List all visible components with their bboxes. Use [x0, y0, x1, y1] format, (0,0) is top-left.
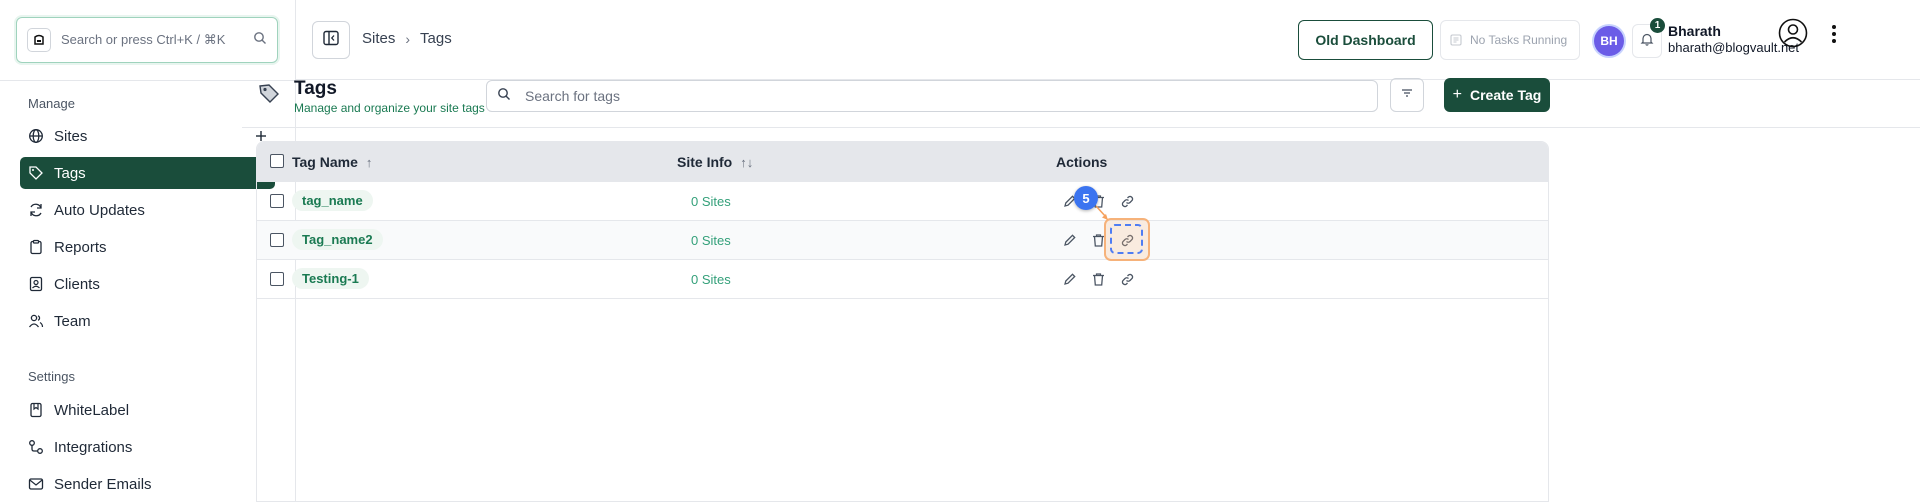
sidebar-item-label: Integrations [54, 438, 133, 456]
column-actions-label: Actions [1056, 154, 1108, 170]
column-tag-name-label: Tag Name [292, 154, 358, 170]
sidebar-item-sites[interactable]: Sites [20, 120, 275, 152]
page-tag-icon [256, 80, 282, 106]
sidebar-item-label: Auto Updates [54, 201, 145, 219]
app-root: Search or press Ctrl+K / ⌘K Manage Sites… [0, 0, 1920, 502]
sidebar: Search or press Ctrl+K / ⌘K Manage Sites… [0, 0, 296, 502]
row-checkbox[interactable] [270, 272, 284, 286]
sidebar-item-auto-updates[interactable]: Auto Updates [20, 194, 275, 226]
column-tag-name[interactable]: Tag Name ↑ [292, 154, 372, 170]
filter-icon [1400, 86, 1414, 105]
tag-name-pill[interactable]: Tag_name2 [292, 229, 383, 250]
link-icon[interactable] [1118, 270, 1136, 288]
sidebar-item-integrations[interactable]: Integrations [20, 431, 275, 463]
step-highlight-target [1110, 224, 1143, 254]
chevron-right-icon: › [405, 30, 411, 47]
account-avatar[interactable]: BH [1594, 26, 1624, 56]
sidebar-item-reports[interactable]: Reports [20, 231, 275, 263]
breadcrumb: Sites › Tags [362, 30, 452, 47]
select-all-checkbox[interactable] [270, 154, 284, 168]
content-divider [242, 127, 1920, 128]
site-count[interactable]: 0 Sites [691, 194, 731, 209]
sort-icon: ↑↓ [740, 154, 754, 170]
filter-button[interactable] [1390, 78, 1424, 112]
table-header: Tag Name ↑ Site Info ↑↓ Actions [257, 142, 1548, 182]
row-checkbox[interactable] [270, 194, 284, 208]
tag-search-input[interactable]: Search for tags [486, 80, 1378, 112]
sidebar-item-label: Sender Emails [54, 475, 152, 493]
global-search-placeholder: Search or press Ctrl+K / ⌘K [61, 32, 226, 47]
sidebar-item-label: Tags [54, 164, 86, 182]
contact-icon [28, 276, 44, 292]
tag-search-placeholder: Search for tags [525, 88, 620, 104]
sidebar-item-clients[interactable]: Clients [20, 268, 275, 300]
more-vertical-icon[interactable] [1822, 22, 1846, 46]
step-arrow-icon [1095, 205, 1108, 220]
breadcrumb-sites[interactable]: Sites [362, 30, 395, 47]
integrations-icon [28, 439, 44, 455]
tasks-status[interactable]: No Tasks Running [1440, 20, 1580, 60]
page-subtitle: Manage and organize your site tags [294, 101, 485, 115]
link-icon[interactable] [1118, 192, 1136, 210]
column-site-info-label: Site Info [677, 154, 733, 170]
old-dashboard-button[interactable]: Old Dashboard [1298, 20, 1433, 60]
refresh-icon [28, 202, 44, 218]
sidebar-item-sender-emails[interactable]: Sender Emails [20, 468, 275, 500]
tags-table: Tag Name ↑ Site Info ↑↓ Actions tag_name… [256, 141, 1549, 502]
sidebar-item-label: Reports [54, 238, 107, 256]
clipboard-icon [28, 239, 44, 255]
page-title: Tags [294, 78, 337, 99]
trash-icon[interactable] [1089, 270, 1107, 288]
tag-name-pill[interactable]: tag_name [292, 190, 373, 211]
notification-count-badge: 1 [1650, 18, 1665, 33]
user-name: Bharath [1668, 23, 1721, 39]
global-search[interactable]: Search or press Ctrl+K / ⌘K [16, 17, 278, 63]
plus-icon: + [1452, 86, 1462, 103]
edit-icon[interactable] [1060, 270, 1078, 288]
panel-left-icon [322, 29, 340, 52]
globe-icon [28, 128, 44, 144]
create-tag-label: Create Tag [1470, 87, 1542, 103]
tag-icon [28, 165, 44, 181]
bookmark-icon [28, 402, 44, 418]
bell-icon [1640, 32, 1654, 51]
search-icon [253, 31, 267, 50]
column-actions: Actions [1056, 154, 1107, 170]
site-count[interactable]: 0 Sites [691, 272, 731, 287]
tag-name-pill[interactable]: Testing-1 [292, 268, 369, 289]
table-row: Tag_name2 0 Sites [257, 221, 1548, 260]
breadcrumb-tags[interactable]: Tags [420, 30, 452, 47]
sidebar-divider [0, 80, 296, 81]
tasks-status-label: No Tasks Running [1470, 33, 1568, 47]
user-circle-icon[interactable] [1778, 18, 1808, 48]
sidebar-item-label: WhiteLabel [54, 401, 130, 419]
sidebar-item-label: Clients [54, 275, 100, 293]
manage-section-label: Manage [28, 96, 75, 111]
arrow-up-icon: ↑ [365, 154, 373, 170]
sidebar-item-label: Sites [54, 127, 88, 145]
settings-section-label: Settings [28, 369, 75, 384]
app-logo-icon [27, 28, 51, 52]
sidebar-item-label: Team [54, 312, 91, 330]
sidebar-toggle-button[interactable] [312, 21, 350, 59]
sidebar-item-tags[interactable]: Tags [20, 157, 275, 189]
sidebar-item-whitelabel[interactable]: WhiteLabel [20, 394, 275, 426]
sidebar-item-team[interactable]: Team [20, 305, 275, 337]
mail-icon [28, 476, 44, 492]
column-site-info[interactable]: Site Info ↑↓ [677, 154, 753, 170]
users-icon [28, 313, 44, 329]
create-tag-button[interactable]: + Create Tag [1444, 78, 1550, 112]
top-header: Sites › Tags Old Dashboard No Tasks Runn… [296, 0, 1920, 80]
edit-icon[interactable] [1060, 231, 1078, 249]
step-badge: 5 [1074, 186, 1098, 210]
table-row: Testing-1 0 Sites [257, 260, 1548, 299]
tasks-icon [1450, 34, 1462, 46]
table-row: tag_name 0 Sites [257, 182, 1548, 221]
row-checkbox[interactable] [270, 233, 284, 247]
search-icon [497, 87, 511, 106]
site-count[interactable]: 0 Sites [691, 233, 731, 248]
